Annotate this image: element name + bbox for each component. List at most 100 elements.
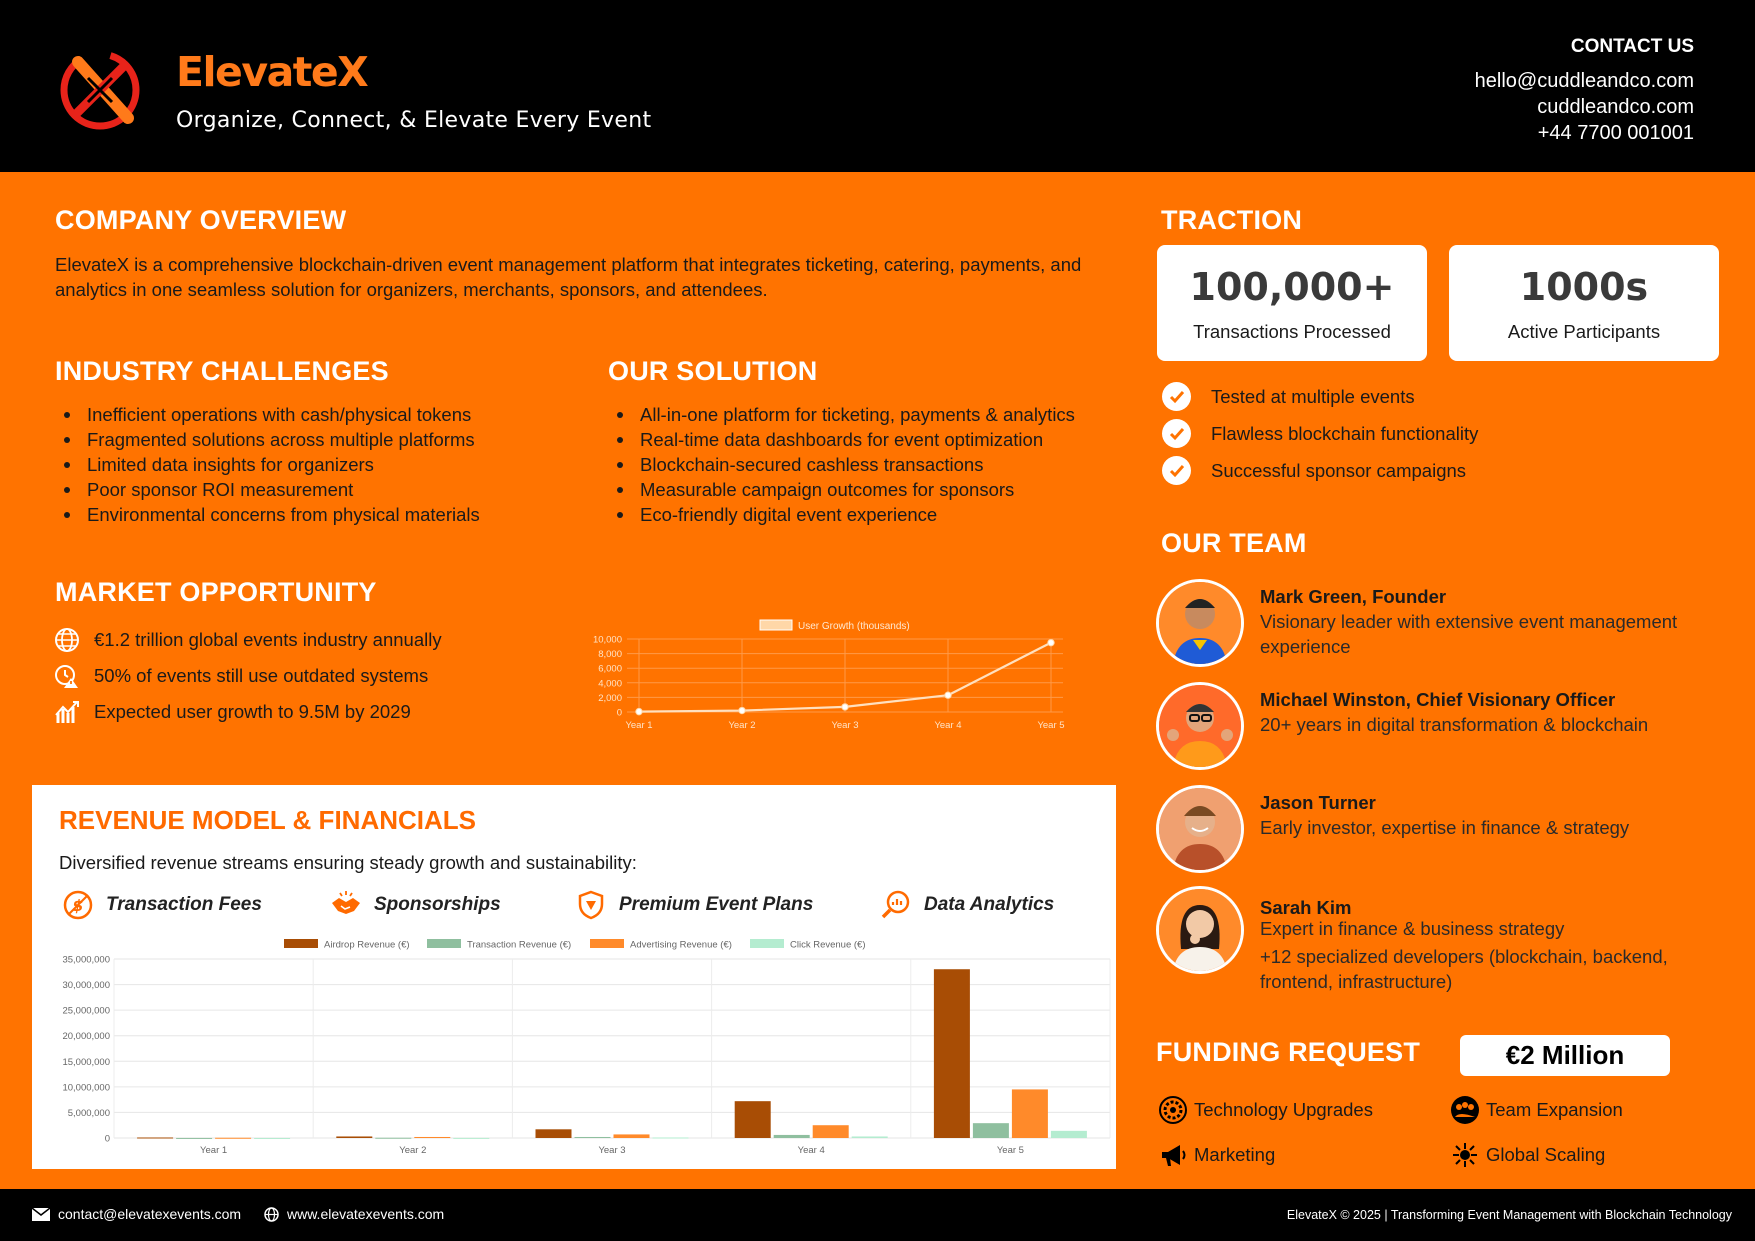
funding-item-text: Marketing	[1194, 1144, 1276, 1165]
check-text: Successful sponsor campaigns	[1211, 459, 1467, 481]
stream-label: Premium Event Plans	[619, 894, 814, 915]
list-item: €1.2 trillion global events industry ann…	[54, 622, 442, 658]
bar	[734, 1101, 771, 1138]
revenue-bar-chart: Airdrop Revenue (€) Transaction Revenue (…	[62, 939, 1111, 1156]
contact-email[interactable]: hello@cuddleandco.com	[1475, 68, 1694, 94]
traction-checks: Tested at multiple events Flawless block…	[1162, 378, 1478, 489]
list-item: Blockchain-secured cashless transactions	[608, 452, 1078, 477]
globe-icon	[264, 1206, 279, 1222]
bar	[336, 1136, 373, 1138]
traction-card-participants: 1000s Active Participants	[1449, 245, 1719, 361]
avatar	[1156, 785, 1244, 873]
contact-title: CONTACT US	[1570, 36, 1694, 57]
member-name: Michael Winston, Chief Visionary Officer	[1260, 689, 1616, 710]
legend-label: Click Revenue (€)	[790, 940, 866, 951]
legend-label: User Growth (thousands)	[798, 621, 910, 632]
list-item: Flawless blockchain functionality	[1162, 415, 1478, 452]
member-desc: 20+ years in digital transformation & bl…	[1260, 714, 1649, 735]
globe-icon	[55, 628, 79, 652]
analytics-icon	[881, 890, 910, 919]
challenges-title: INDUSTRY CHALLENGES	[55, 356, 389, 386]
brand-name: ElevateX	[176, 48, 369, 96]
bar	[137, 1137, 174, 1139]
revenue-stream: Data Analytics	[880, 889, 1054, 921]
footer-website-text[interactable]: www.elevatexevents.com	[287, 1206, 444, 1222]
footer: contact@elevatexevents.com www.elevatexe…	[0, 1189, 1755, 1241]
avatar	[1156, 579, 1244, 667]
list-item: Successful sponsor campaigns	[1162, 452, 1478, 489]
list-item: Fragmented solutions across multiple pla…	[55, 427, 575, 452]
network-icon	[1453, 1143, 1477, 1167]
x-tick-label: Year 1	[625, 720, 652, 731]
x-tick-label: Year 4	[934, 720, 961, 731]
member-name: Jason Turner	[1260, 792, 1376, 813]
bar	[773, 1134, 810, 1138]
revenue-subtitle: Diversified revenue streams ensuring ste…	[59, 852, 637, 873]
member-name: Mark Green, Founder	[1260, 586, 1447, 607]
funding-item-text: Technology Upgrades	[1194, 1099, 1373, 1120]
elevatex-logo-icon	[60, 50, 140, 130]
data-point	[944, 691, 952, 699]
legend-swatch	[427, 939, 461, 948]
team-extra: +12 specialized developers (blockchain, …	[1260, 946, 1668, 992]
megaphone-icon	[1162, 1145, 1186, 1166]
overview-text: ElevateX is a comprehensive blockchain-d…	[55, 254, 1082, 300]
x-tick-label: Year 2	[399, 1145, 426, 1156]
dollar-icon: $	[63, 890, 93, 920]
checkmark-icon	[1162, 419, 1191, 448]
list-item: Marketing	[1158, 1138, 1275, 1172]
revenue-title: REVENUE MODEL & FINANCIALS	[59, 805, 476, 835]
y-tick-label: 6,000	[598, 664, 622, 675]
contact-website[interactable]: cuddleandco.com	[1475, 94, 1694, 120]
list-item: Measurable campaign outcomes for sponsor…	[608, 477, 1078, 502]
x-tick-label: Year 4	[798, 1145, 825, 1156]
team-member: Sarah Kim Expert in finance & business s…	[1156, 886, 1736, 996]
bar	[652, 1137, 689, 1139]
member-name: Sarah Kim	[1260, 897, 1352, 918]
bar	[453, 1137, 490, 1139]
funding-title: FUNDING REQUEST	[1156, 1037, 1421, 1067]
list-item: Team Expansion	[1450, 1093, 1623, 1127]
y-tick-label: 0	[105, 1134, 110, 1145]
bar	[851, 1136, 888, 1138]
y-tick-label: 35,000,000	[62, 955, 110, 966]
clock-alert-icon	[55, 665, 78, 688]
bar	[812, 1125, 849, 1138]
header: ElevateX Organize, Connect, & Elevate Ev…	[0, 0, 1755, 172]
legend-swatch	[590, 939, 624, 948]
team-member: Michael Winston, Chief Visionary Officer…	[1156, 682, 1736, 772]
revenue-panel: REVENUE MODEL & FINANCIALS Diversified r…	[32, 785, 1116, 1169]
list-item: Limited data insights for organizers	[55, 452, 575, 477]
tagline: Organize, Connect, & Elevate Every Event	[176, 108, 652, 133]
stream-label: Data Analytics	[924, 894, 1055, 915]
bar	[254, 1137, 291, 1139]
revenue-stream: Premium Event Plans	[575, 889, 813, 921]
bar	[933, 969, 970, 1138]
funding-amount: €2 Million	[1460, 1035, 1670, 1076]
funding-item-text: Team Expansion	[1486, 1099, 1623, 1120]
data-point	[635, 707, 643, 716]
member-desc: Early investor, expertise in finance & s…	[1260, 817, 1630, 838]
traction-card-transactions: 100,000+ Transactions Processed	[1157, 245, 1427, 361]
x-tick-label: Year 5	[1037, 720, 1064, 731]
revenue-stream: Sponsorships	[330, 889, 501, 921]
list-item: Inefficient operations with cash/physica…	[55, 402, 575, 427]
market-item-text: Expected user growth to 9.5M by 2029	[94, 701, 411, 722]
footer-email[interactable]: contact@elevatexevents.com	[32, 1206, 241, 1222]
growth-icon	[55, 701, 79, 723]
bar	[574, 1136, 611, 1138]
checkmark-icon	[1162, 382, 1191, 411]
footer-email-text[interactable]: contact@elevatexevents.com	[58, 1206, 241, 1222]
avatar	[1156, 886, 1244, 974]
footer-website[interactable]: www.elevatexevents.com	[264, 1206, 444, 1222]
list-item: Expected user growth to 9.5M by 2029	[54, 694, 442, 730]
x-tick-label: Year 3	[598, 1145, 625, 1156]
contact-phone[interactable]: +44 7700 001001	[1475, 120, 1694, 146]
x-tick-label: Year 5	[997, 1145, 1024, 1156]
bar	[215, 1137, 252, 1139]
y-tick-label: 20,000,000	[62, 1031, 110, 1042]
list-item: Global Scaling	[1450, 1138, 1605, 1172]
member-desc: Expert in finance & business strategy	[1260, 918, 1565, 939]
y-tick-label: 8,000	[598, 649, 622, 660]
market-item-text: 50% of events still use outdated systems	[94, 665, 429, 686]
